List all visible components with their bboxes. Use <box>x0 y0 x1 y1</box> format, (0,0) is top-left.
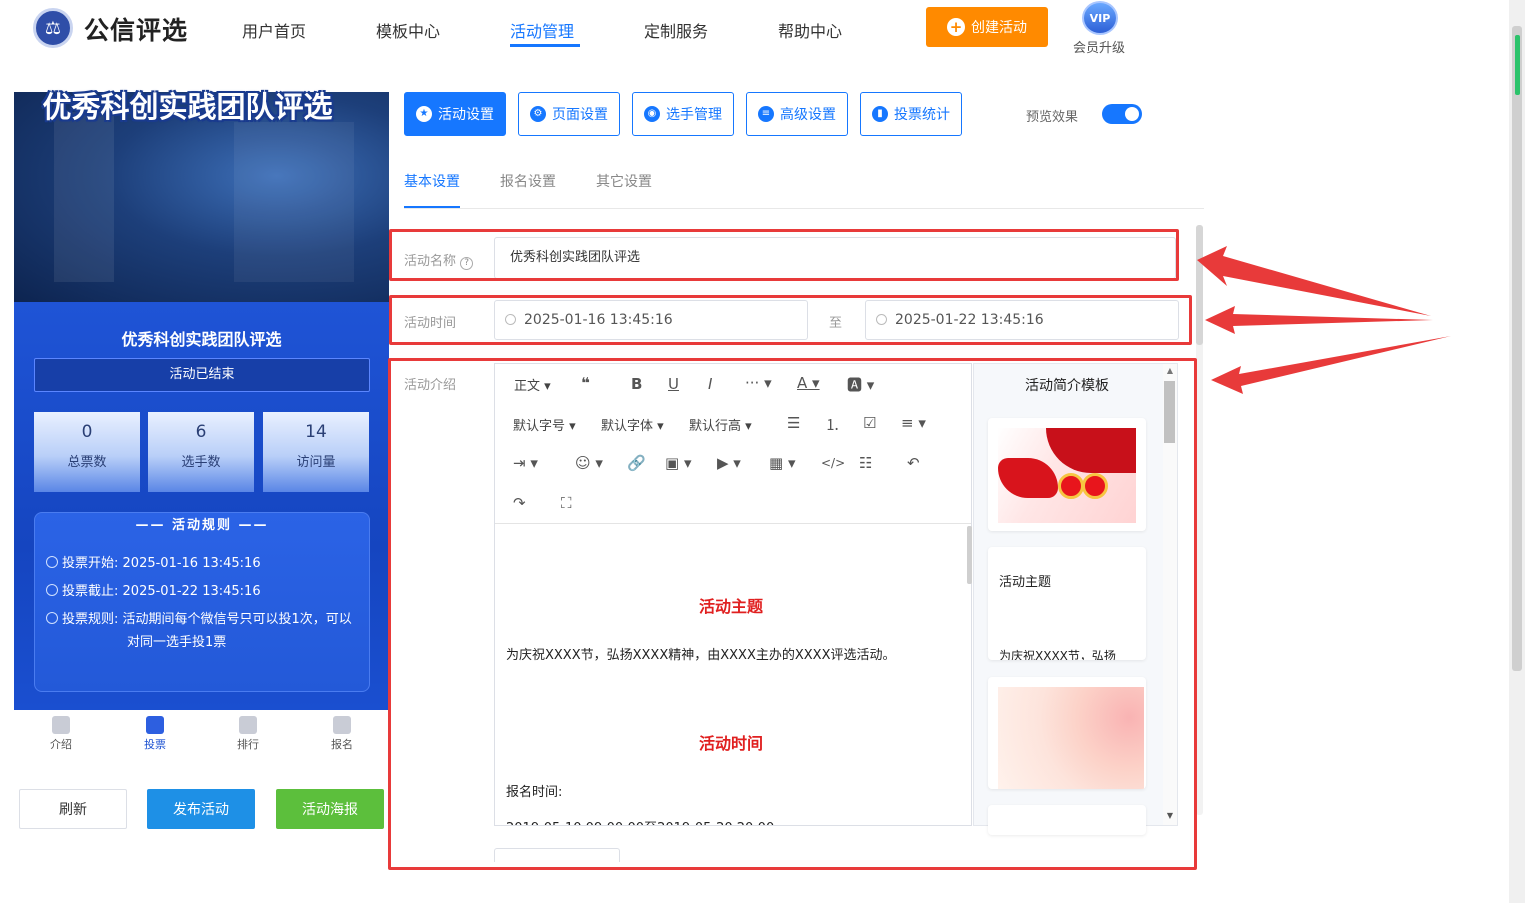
subtab-signup[interactable]: 报名设置 <box>500 171 556 191</box>
vip-upgrade-link[interactable]: 会员升级 <box>1073 37 1125 56</box>
clock-icon <box>46 584 58 596</box>
gear-icon: ⚙ <box>530 106 546 122</box>
nav-activity-management[interactable]: 活动管理 <box>510 18 574 42</box>
crown-icon <box>239 716 257 734</box>
rule-vote-policy: 投票规则: 活动期间每个微信号只可以投1次，可以 <box>46 608 352 631</box>
rule-vote-end: 投票截止: 2025-01-22 13:45:16 <box>46 580 261 603</box>
tab-signup[interactable]: 报名 <box>312 716 372 752</box>
users-icon: ◉ <box>644 106 660 122</box>
bar-chart-icon: ▮ <box>872 106 888 122</box>
highlight-activity-time <box>389 295 1192 345</box>
flag-icon <box>333 716 351 734</box>
create-activity-button[interactable]: + 创建活动 <box>926 7 1048 47</box>
rule-vote-start: 投票开始: 2025-01-16 13:45:16 <box>46 552 261 575</box>
tab-intro[interactable]: 介绍 <box>31 716 91 752</box>
logo-icon: ⚖ <box>33 8 73 48</box>
stat-label: 选手数 <box>181 455 221 470</box>
tab-label: 投票 <box>144 738 166 751</box>
stat-value: 0 <box>81 422 93 442</box>
rule-text: 2025-01-16 13:45:16 <box>122 556 261 571</box>
sliders-icon: ≡ <box>758 106 774 122</box>
stat-value: 14 <box>305 422 327 442</box>
logo-text: 公信评选 <box>84 16 189 45</box>
tab-vote[interactable]: 投票 <box>125 716 185 752</box>
vote-icon <box>146 716 164 734</box>
poster-button[interactable]: 活动海报 <box>276 789 384 829</box>
tab-label: 投票统计 <box>894 107 950 123</box>
tab-activity-settings[interactable]: ★ 活动设置 <box>404 92 506 136</box>
clock-icon <box>46 556 58 568</box>
tab-label: 排行 <box>237 738 259 751</box>
plus-icon: + <box>947 18 965 36</box>
tab-contestant-management[interactable]: ◉ 选手管理 <box>632 92 734 136</box>
stat-visits: 14 访问量 <box>263 412 369 492</box>
tab-label: 报名 <box>331 738 353 751</box>
publish-button[interactable]: 发布活动 <box>147 789 255 829</box>
subtab-divider <box>404 208 1204 209</box>
rules-heading: —— 活动规则 —— <box>135 518 269 533</box>
highlight-activity-name <box>389 229 1179 281</box>
stat-label: 总票数 <box>67 455 107 470</box>
banner-title: 优秀科创实践团队评选 <box>42 90 333 124</box>
tab-advanced-settings[interactable]: ≡ 高级设置 <box>746 92 848 136</box>
preview-toggle[interactable] <box>1102 104 1142 124</box>
stat-label: 访问量 <box>296 455 336 470</box>
create-activity-label: 创建活动 <box>971 20 1027 36</box>
nav-home[interactable]: 用户首页 <box>242 18 306 42</box>
info-icon <box>46 612 58 624</box>
tab-label: 高级设置 <box>780 107 836 123</box>
page-scrollbar-thumb[interactable] <box>1512 26 1522 671</box>
nav-templates[interactable]: 模板中心 <box>376 18 440 42</box>
rule-label: 投票截止: <box>62 584 119 599</box>
highlight-activity-intro <box>388 358 1197 870</box>
stat-total-votes: 0 总票数 <box>34 412 140 492</box>
tab-ranking[interactable]: 排行 <box>218 716 278 752</box>
page-scrollbar-accent <box>1515 35 1520 95</box>
banner-figure-shape <box>234 122 354 282</box>
nav-active-indicator <box>510 44 580 47</box>
rule-text: 2025-01-22 13:45:16 <box>122 584 261 599</box>
arrow-shape <box>1211 336 1451 394</box>
arrow-shape <box>1205 306 1433 334</box>
rule-vote-policy-cont: 对同一选手投1票 <box>127 635 227 650</box>
toggle-knob <box>1125 107 1139 121</box>
rule-label: 投票规则: <box>62 612 119 627</box>
star-icon: ★ <box>416 106 432 122</box>
vip-icon[interactable]: VIP <box>1082 1 1118 35</box>
subtab-other[interactable]: 其它设置 <box>596 171 652 191</box>
tab-label: 介绍 <box>50 738 72 751</box>
activity-status-badge: 活动已结束 <box>34 358 370 392</box>
tab-label: 页面设置 <box>552 107 608 123</box>
stat-contestants: 6 选手数 <box>148 412 254 492</box>
preview-toggle-label: 预览效果 <box>1026 110 1079 125</box>
star-icon <box>52 716 70 734</box>
nav-help[interactable]: 帮助中心 <box>778 18 842 42</box>
nav-custom-service[interactable]: 定制服务 <box>644 18 708 42</box>
subtab-basic[interactable]: 基本设置 <box>404 171 460 191</box>
rule-label: 投票开始: <box>62 556 119 571</box>
preview-title: 优秀科创实践团队评选 <box>121 330 282 349</box>
tab-vote-statistics[interactable]: ▮ 投票统计 <box>860 92 962 136</box>
subtab-active-indicator <box>404 206 460 208</box>
refresh-button[interactable]: 刷新 <box>19 789 127 829</box>
tab-label: 活动设置 <box>438 107 494 123</box>
stat-value: 6 <box>195 422 207 442</box>
tab-page-settings[interactable]: ⚙ 页面设置 <box>518 92 620 136</box>
rule-text: 活动期间每个微信号只可以投1次，可以 <box>122 612 352 627</box>
tab-label: 选手管理 <box>666 107 722 123</box>
arrow-shape <box>1197 246 1431 316</box>
annotation-arrows <box>1197 246 1451 394</box>
banner-figure-shape <box>54 112 114 282</box>
